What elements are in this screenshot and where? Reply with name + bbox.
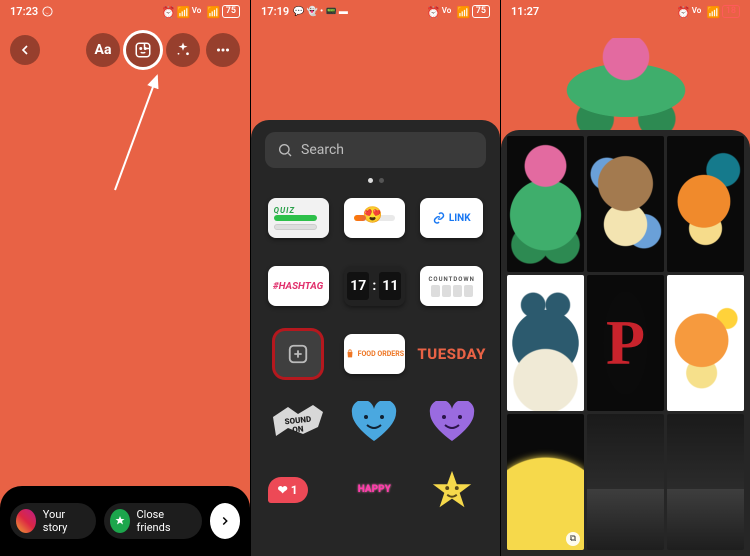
back-button[interactable] [10, 35, 40, 65]
search-icon [277, 142, 293, 158]
sticker-grid: QUIZ LINK #HASHTAG 17:11 COUNTDOWN FOOD … [265, 189, 486, 519]
status-bar: 17:23 ⏰ 📶 Vo 📶 75 [0, 0, 250, 22]
annotation-arrow [105, 70, 175, 200]
placed-sticker-preview[interactable] [556, 38, 696, 133]
food-orders-sticker[interactable]: FOOD ORDERS [344, 334, 405, 374]
clock: 17:19 [261, 5, 289, 18]
multi-icon: ⧉ [566, 532, 580, 546]
sticker-sheet-screen: 17:19 💬 👻 • 📟 ▬ ⏰ Vo 📶 75 Search QUIZ [250, 0, 500, 556]
bag-icon [345, 349, 355, 359]
sticker-tool-button[interactable] [126, 33, 160, 67]
sound-on-sticker[interactable]: SOUNDON [268, 402, 329, 442]
gallery-item[interactable]: ⧉ [507, 414, 584, 550]
signal-icon: 📶 [707, 6, 718, 17]
volte-icon: Vo [692, 6, 703, 17]
battery-indicator: 75 [472, 5, 490, 18]
countdown-sticker[interactable]: COUNTDOWN [420, 266, 483, 306]
gallery-item[interactable]: P [587, 275, 664, 411]
status-bar: 11:27 ⏰ Vo 📶 18 [501, 0, 750, 22]
page-indicator [265, 178, 486, 183]
add-image-icon [287, 343, 309, 365]
sticker-search[interactable]: Search [265, 132, 486, 168]
gallery-item[interactable] [667, 414, 744, 550]
wifi-call-icon: 📶 [177, 6, 188, 17]
volte-icon: Vo [192, 6, 203, 17]
whatsapp-icon [42, 6, 53, 17]
status-bar: 17:19 💬 👻 • 📟 ▬ ⏰ Vo 📶 75 [251, 0, 500, 22]
emoji-slider-sticker[interactable] [344, 198, 405, 238]
heart-blue-sticker[interactable] [344, 402, 405, 442]
story-ring-icon [16, 509, 36, 533]
signal-icon: 📶 [457, 6, 468, 17]
gallery-item[interactable] [507, 136, 584, 272]
pinterest-icon: P [603, 291, 648, 395]
star-icon [110, 509, 130, 533]
gallery-item[interactable] [507, 275, 584, 411]
alarm-icon: ⏰ [677, 6, 688, 17]
like-count-sticker[interactable]: ❤ 1 [268, 470, 329, 510]
notif-icons: 💬 👻 • 📟 ▬ [293, 6, 348, 17]
effects-tool-button[interactable] [166, 33, 200, 67]
close-friends-label: Close friends [137, 508, 190, 534]
next-button[interactable] [210, 503, 240, 539]
gallery-grid: P ⧉ [507, 136, 744, 550]
your-story-button[interactable]: Your story [10, 503, 96, 539]
link-icon [433, 212, 445, 224]
close-friends-button[interactable]: Close friends [104, 503, 202, 539]
day-sticker[interactable]: TUESDAY [420, 334, 483, 374]
gallery-item[interactable] [587, 136, 664, 272]
svg-text:ON: ON [292, 424, 304, 434]
clock: 17:23 [10, 5, 38, 18]
alarm-icon: ⏰ [427, 6, 438, 17]
volte-icon: Vo [442, 6, 453, 17]
heart-purple-sticker[interactable] [420, 402, 483, 442]
alarm-icon: ⏰ [162, 6, 173, 17]
battery-indicator: 18 [722, 5, 740, 18]
sticker-drawer[interactable]: Search QUIZ LINK #HASHTAG 17:11 COUNTDOW… [251, 120, 500, 556]
gallery-item[interactable] [587, 414, 664, 550]
gallery-sticker-button[interactable] [275, 331, 321, 377]
gallery-item[interactable] [667, 275, 744, 411]
editor-toolbar: Aa [0, 30, 250, 70]
time-sticker[interactable]: 17:11 [344, 266, 405, 306]
text-tool-button[interactable]: Aa [86, 33, 120, 67]
star-sticker[interactable] [420, 470, 483, 510]
search-placeholder: Search [301, 142, 344, 158]
your-story-label: Your story [43, 508, 84, 534]
battery-indicator: 75 [222, 5, 240, 18]
clock: 11:27 [511, 5, 539, 18]
link-sticker[interactable]: LINK [420, 198, 483, 238]
gallery-drawer[interactable]: P ⧉ [501, 130, 750, 556]
quiz-sticker[interactable]: QUIZ [268, 198, 329, 238]
more-tool-button[interactable] [206, 33, 240, 67]
happy-birthday-sticker[interactable]: HAPPY [344, 470, 405, 510]
hashtag-sticker[interactable]: #HASHTAG [268, 266, 329, 306]
share-bar: Your story Close friends [0, 486, 250, 556]
signal-icon: 📶 [207, 6, 218, 17]
story-editor-screen: 17:23 ⏰ 📶 Vo 📶 75 Aa [0, 0, 250, 556]
gallery-item[interactable] [667, 136, 744, 272]
gallery-picker-screen: 11:27 ⏰ Vo 📶 18 P ⧉ [500, 0, 750, 556]
